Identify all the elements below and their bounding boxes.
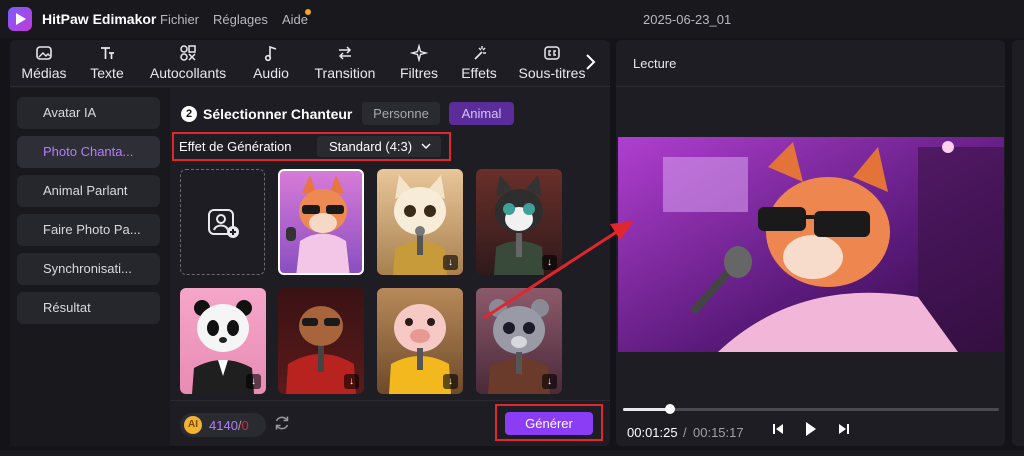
credits-value: 4140/0 [209,418,249,433]
total-time: 00:15:17 [693,425,744,440]
chevron-right-icon[interactable] [584,52,598,77]
refresh-icon[interactable] [273,414,291,437]
download-icon[interactable]: ↓ [542,255,557,270]
thumbnail-cat-singer[interactable]: ↓ [476,169,562,275]
step-number-badge: 2 [181,106,197,122]
step-title: Sélectionner Chanteur [203,106,353,122]
seek-bar[interactable] [623,408,999,411]
menu-aide[interactable]: Aide [282,12,308,27]
sidebar-item-synchronisation[interactable]: Synchronisati... [17,253,160,285]
preview-divider [616,86,1005,87]
sidebar-item-faire-photo[interactable]: Faire Photo Pa... [17,214,160,246]
effect-label: Effet de Génération [179,139,292,154]
sidebar-item-animal-parlant[interactable]: Animal Parlant [17,175,160,207]
adjacent-panel [1012,40,1024,446]
tool-autocollants[interactable]: Autocollants [144,44,232,86]
transition-arrows-icon [310,44,380,64]
sparkle-icon [396,43,442,64]
bottom-divider [170,400,610,401]
captions-icon [516,44,588,64]
tool-texte[interactable]: Texte [84,44,130,86]
thumbnail-bear[interactable]: ↓ [476,288,562,394]
sidebar-item-avatar-ia[interactable]: Avatar IA [17,97,160,129]
time-separator: / [683,425,687,440]
preview-label: Lecture [633,56,677,71]
effects-wand-icon [456,44,502,64]
play-icon[interactable] [805,421,817,440]
current-time: 00:01:25 [627,425,678,440]
thumbnail-panda[interactable]: ↓ [180,288,266,394]
tab-animal[interactable]: Animal [449,102,514,125]
download-icon[interactable]: ↓ [542,374,557,389]
tool-filtres[interactable]: Filtres [396,43,442,86]
download-icon[interactable]: ↓ [344,374,359,389]
timeline-strip [0,450,1024,456]
effect-select[interactable]: Standard (4:3) [317,136,441,157]
music-note-icon [248,44,294,64]
menu-fichier[interactable]: Fichier [160,12,199,27]
tool-medias[interactable]: Médias [14,44,74,86]
seek-bar-progress [623,408,670,411]
download-icon[interactable]: ↓ [443,255,458,270]
app-name: HitPaw Edimakor [42,11,157,27]
project-title: 2025-06-23_01 [643,12,732,27]
tab-personne[interactable]: Personne [362,102,440,125]
thumbnail-dog[interactable]: ↓ [278,288,364,394]
tool-audio[interactable]: Audio [248,44,294,86]
thumbnail-pig[interactable]: ↓ [377,288,463,394]
sticker-icon [144,44,232,64]
thumbnail-kitten[interactable]: ↓ [377,169,463,275]
media-icon [14,44,74,64]
text-icon [84,44,130,64]
ai-coin-icon: AI [184,416,202,434]
effect-select-value: Standard (4:3) [329,139,413,154]
app-logo-icon [8,7,32,31]
video-preview[interactable] [618,137,1004,352]
toolbar-divider [10,86,610,87]
sidebar-item-photo-chantante[interactable]: Photo Chanta... [17,136,160,168]
tool-sous-titres[interactable]: Sous-titres [516,44,588,86]
add-portrait-icon [207,208,241,245]
tool-transition[interactable]: Transition [310,44,380,86]
upload-photo-tile[interactable] [180,169,265,275]
chevron-down-icon [421,136,431,162]
download-icon[interactable]: ↓ [443,374,458,389]
next-frame-icon[interactable] [838,421,850,440]
generate-button[interactable]: Générer [505,412,593,435]
tool-effets[interactable]: Effets [456,44,502,86]
notification-dot [305,9,311,15]
download-icon[interactable]: ↓ [246,374,261,389]
sidebar-item-resultat[interactable]: Résultat [17,292,160,324]
thumbnail-fox[interactable] [278,169,364,275]
seek-handle[interactable] [665,404,675,414]
menu-reglages[interactable]: Réglages [213,12,268,27]
previous-frame-icon[interactable] [772,421,784,440]
